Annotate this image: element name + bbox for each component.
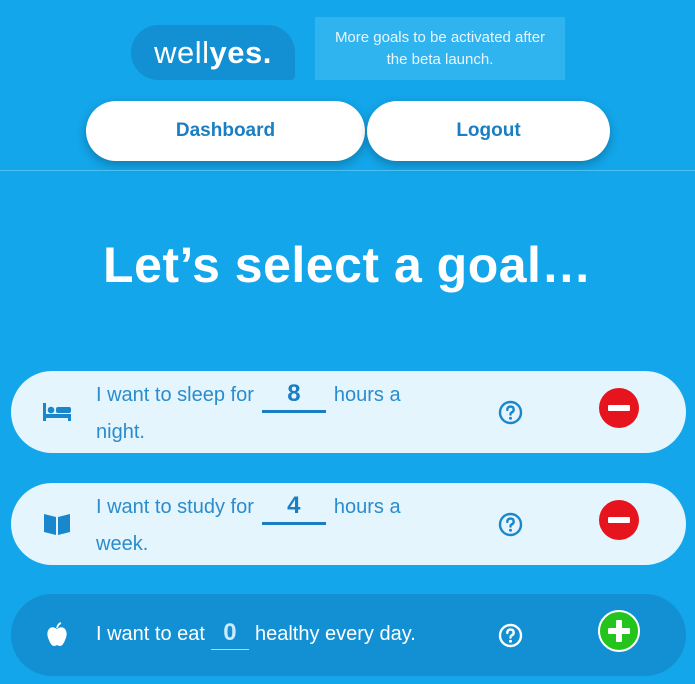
goal-prefix: I want to sleep for xyxy=(96,384,254,406)
sleep-hours-input[interactable]: 8 xyxy=(261,378,326,413)
goal-card-sleep: I want to sleep for 8 hours a night. xyxy=(11,371,686,453)
add-goal-button[interactable] xyxy=(597,609,641,653)
help-icon[interactable] xyxy=(498,512,523,537)
help-icon[interactable] xyxy=(498,623,523,648)
beta-notice: More goals to be activated after the bet… xyxy=(315,17,565,80)
goal-suffix: healthy every day. xyxy=(254,623,416,645)
header-divider xyxy=(0,170,695,171)
goal-prefix: I want to eat xyxy=(96,623,205,645)
goal-sentence: I want to study for 4 hours a week. xyxy=(96,489,426,563)
book-icon xyxy=(44,514,70,535)
remove-goal-button[interactable] xyxy=(597,386,641,430)
goal-card-eat: I want to eat 0 healthy every day. xyxy=(11,594,686,676)
goal-card-study: I want to study for 4 hours a week. xyxy=(11,483,686,565)
bed-icon xyxy=(43,403,71,421)
logout-button[interactable]: Logout xyxy=(367,101,610,161)
healthy-meals-input[interactable]: 0 xyxy=(210,617,249,650)
page-title: Let’s select a goal… xyxy=(103,237,592,293)
goal-prefix: I want to study for xyxy=(96,496,254,518)
study-hours-input[interactable]: 4 xyxy=(261,490,326,525)
logo-text-light: well xyxy=(154,34,210,70)
help-icon[interactable] xyxy=(498,400,523,425)
goal-sentence: I want to sleep for 8 hours a night. xyxy=(96,377,426,451)
apple-icon xyxy=(47,622,67,646)
goal-sentence: I want to eat 0 healthy every day. xyxy=(96,616,426,653)
remove-goal-button[interactable] xyxy=(597,498,641,542)
wellyes-logo: well yes. xyxy=(131,25,295,80)
logo-text-bold: yes. xyxy=(209,34,272,70)
dashboard-button[interactable]: Dashboard xyxy=(86,101,365,161)
